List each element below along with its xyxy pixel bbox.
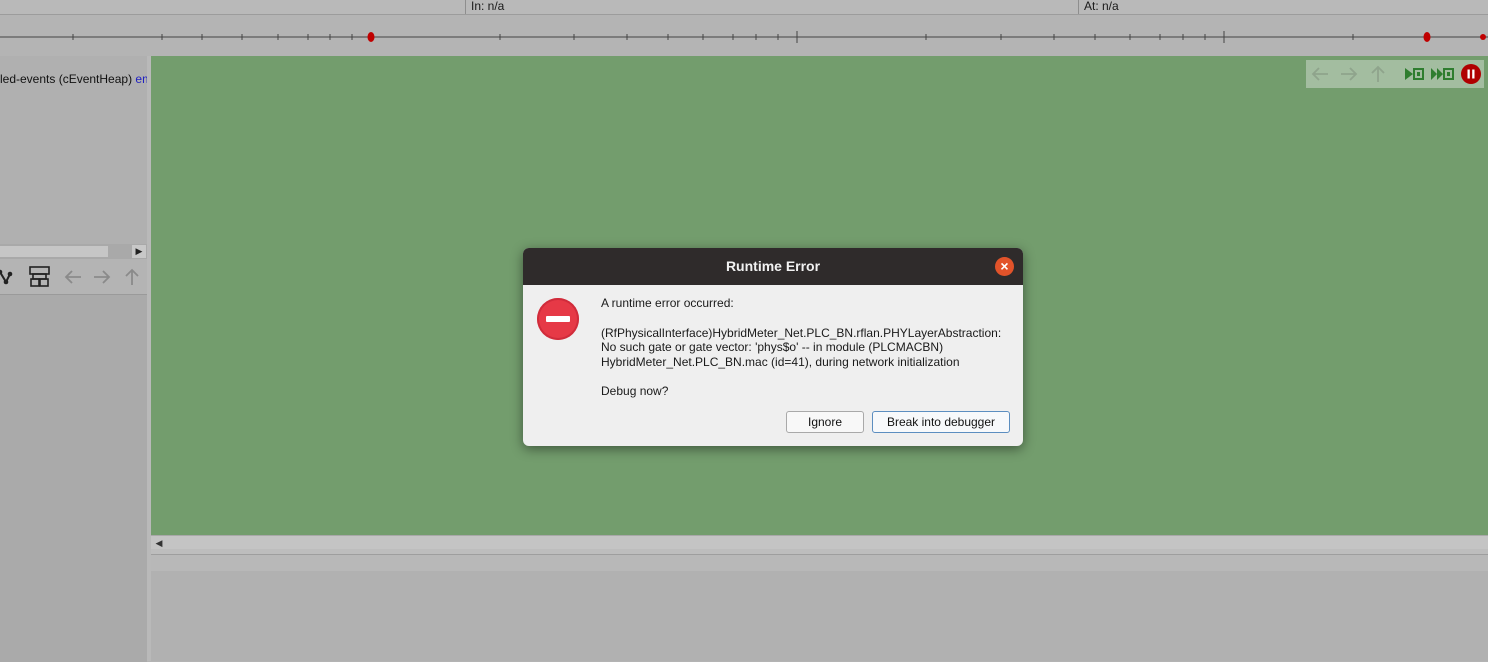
close-icon[interactable]: × — [995, 257, 1014, 276]
break-into-debugger-button[interactable]: Break into debugger — [872, 411, 1010, 433]
dialog-message: A runtime error occurred: (RfPhysicalInt… — [601, 296, 1013, 399]
error-detail-line2: No such gate or gate vector: 'phys$o' --… — [601, 340, 944, 354]
arrow-left-icon[interactable] — [62, 266, 86, 288]
arrow-right-icon[interactable] — [91, 266, 115, 288]
timeline[interactable] — [0, 14, 1488, 55]
canvas-scrollbar[interactable]: ◀ — [151, 535, 1488, 550]
fast-run-icon[interactable] — [1430, 63, 1454, 85]
log-toolbar — [151, 554, 1488, 572]
log-panel[interactable] — [151, 571, 1488, 661]
scroll-right-icon[interactable]: ▶ — [132, 245, 146, 258]
step-icon[interactable] — [1402, 63, 1426, 85]
timeline-axis — [0, 31, 1488, 43]
inspector-toolbar — [0, 261, 147, 293]
debug-question: Debug now? — [601, 384, 669, 398]
event-list-item-label: led-events (cEventHeap) — [0, 72, 133, 86]
inspector-panel[interactable] — [0, 294, 147, 662]
object-tree-scrollbar[interactable]: ▶ — [0, 244, 147, 259]
arrow-up-icon[interactable] — [120, 266, 144, 288]
error-header: A runtime error occurred: — [601, 296, 734, 310]
status-in: In: n/a — [465, 0, 1071, 14]
arrow-left-icon[interactable] — [1308, 63, 1332, 85]
status-at: At: n/a — [1078, 0, 1484, 14]
dialog-titlebar[interactable]: Runtime Error × — [523, 248, 1023, 285]
arrow-up-icon[interactable] — [1366, 63, 1390, 85]
error-detail-line1: (RfPhysicalInterface)HybridMeter_Net.PLC… — [601, 325, 1002, 340]
runtime-error-dialog: Runtime Error × A runtime error occurred… — [523, 248, 1023, 446]
arrow-right-icon[interactable] — [1337, 63, 1361, 85]
scrollbar-thumb[interactable] — [0, 246, 108, 257]
event-list-item[interactable]: led-events (cEventHeap) em — [0, 72, 152, 86]
layout-icon[interactable] — [28, 266, 52, 288]
graph-icon[interactable] — [0, 266, 18, 288]
dialog-title: Runtime Error — [725, 258, 821, 274]
canvas-toolbar — [1306, 60, 1484, 88]
error-detail-line3: HybridMeter_Net.PLC_BN.mac (id=41), duri… — [601, 354, 960, 369]
object-tree-panel[interactable]: led-events (cEventHeap) em — [0, 56, 152, 244]
ignore-button[interactable]: Ignore — [786, 411, 864, 433]
error-icon — [537, 298, 579, 340]
status-bar: In: n/a At: n/a — [0, 0, 1488, 14]
stop-icon[interactable] — [1459, 63, 1483, 85]
scroll-left-icon[interactable]: ◀ — [153, 537, 165, 549]
